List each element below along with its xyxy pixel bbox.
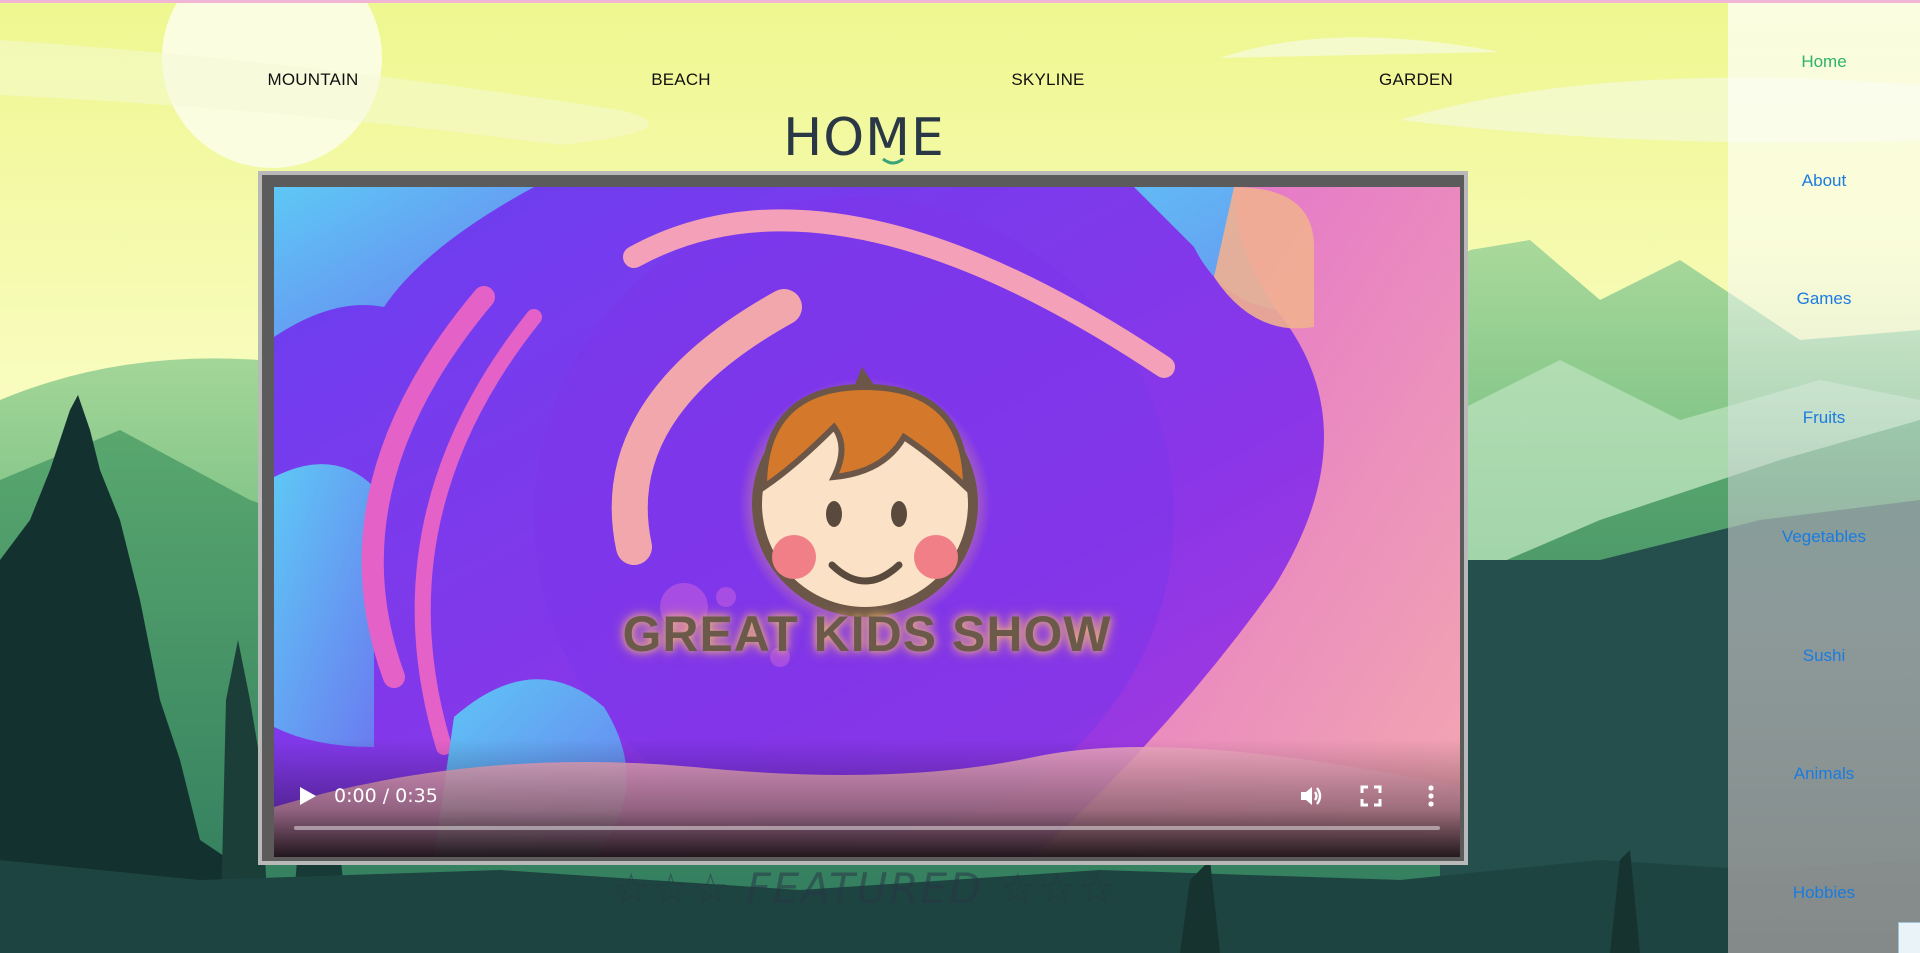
top-accent-line [0,0,1920,3]
nav-link-skyline[interactable]: SKYLINE [1011,70,1084,90]
video-progress-bar[interactable] [294,826,1440,830]
top-navigation: MOUNTAIN BEACH SKYLINE GARDEN [0,60,1728,100]
video-controls-bar: 0:00 / 0:35 [274,739,1460,857]
sidebar-item-hobbies[interactable]: Hobbies [1728,883,1920,903]
featured-heading: ☆☆☆ FEATURED ☆☆☆ [612,864,1118,913]
sidebar-item-vegetables[interactable]: Vegetables [1728,527,1920,547]
video-time-display: 0:00 / 0:35 [334,785,438,807]
video-player[interactable]: GREAT KIDS SHOW 0:00 / 0:35 [274,187,1460,857]
video-frame: GREAT KIDS SHOW 0:00 / 0:35 [258,171,1468,865]
sidebar-item-games[interactable]: Games [1728,289,1920,309]
sidebar-item-about[interactable]: About [1728,171,1920,191]
sidebar-item-home[interactable]: Home [1728,52,1920,72]
sidebar-item-sushi[interactable]: Sushi [1728,646,1920,666]
title-accent-mark [882,158,904,165]
play-icon[interactable] [296,785,318,807]
sidebar-navigation: Home About Games Fruits Vegetables Sushi… [1728,0,1920,953]
fullscreen-icon[interactable] [1360,785,1382,807]
sidebar-item-fruits[interactable]: Fruits [1728,408,1920,428]
nav-link-mountain[interactable]: MOUNTAIN [268,70,359,90]
nav-link-beach[interactable]: BEACH [651,70,711,90]
page-title: HOME [783,108,945,168]
sidebar-item-animals[interactable]: Animals [1728,764,1920,784]
more-options-icon[interactable] [1420,783,1442,809]
corner-widget[interactable] [1898,922,1920,953]
video-poster-title: GREAT KIDS SHOW [622,606,1112,662]
volume-icon[interactable] [1298,783,1324,809]
nav-link-garden[interactable]: GARDEN [1379,70,1453,90]
